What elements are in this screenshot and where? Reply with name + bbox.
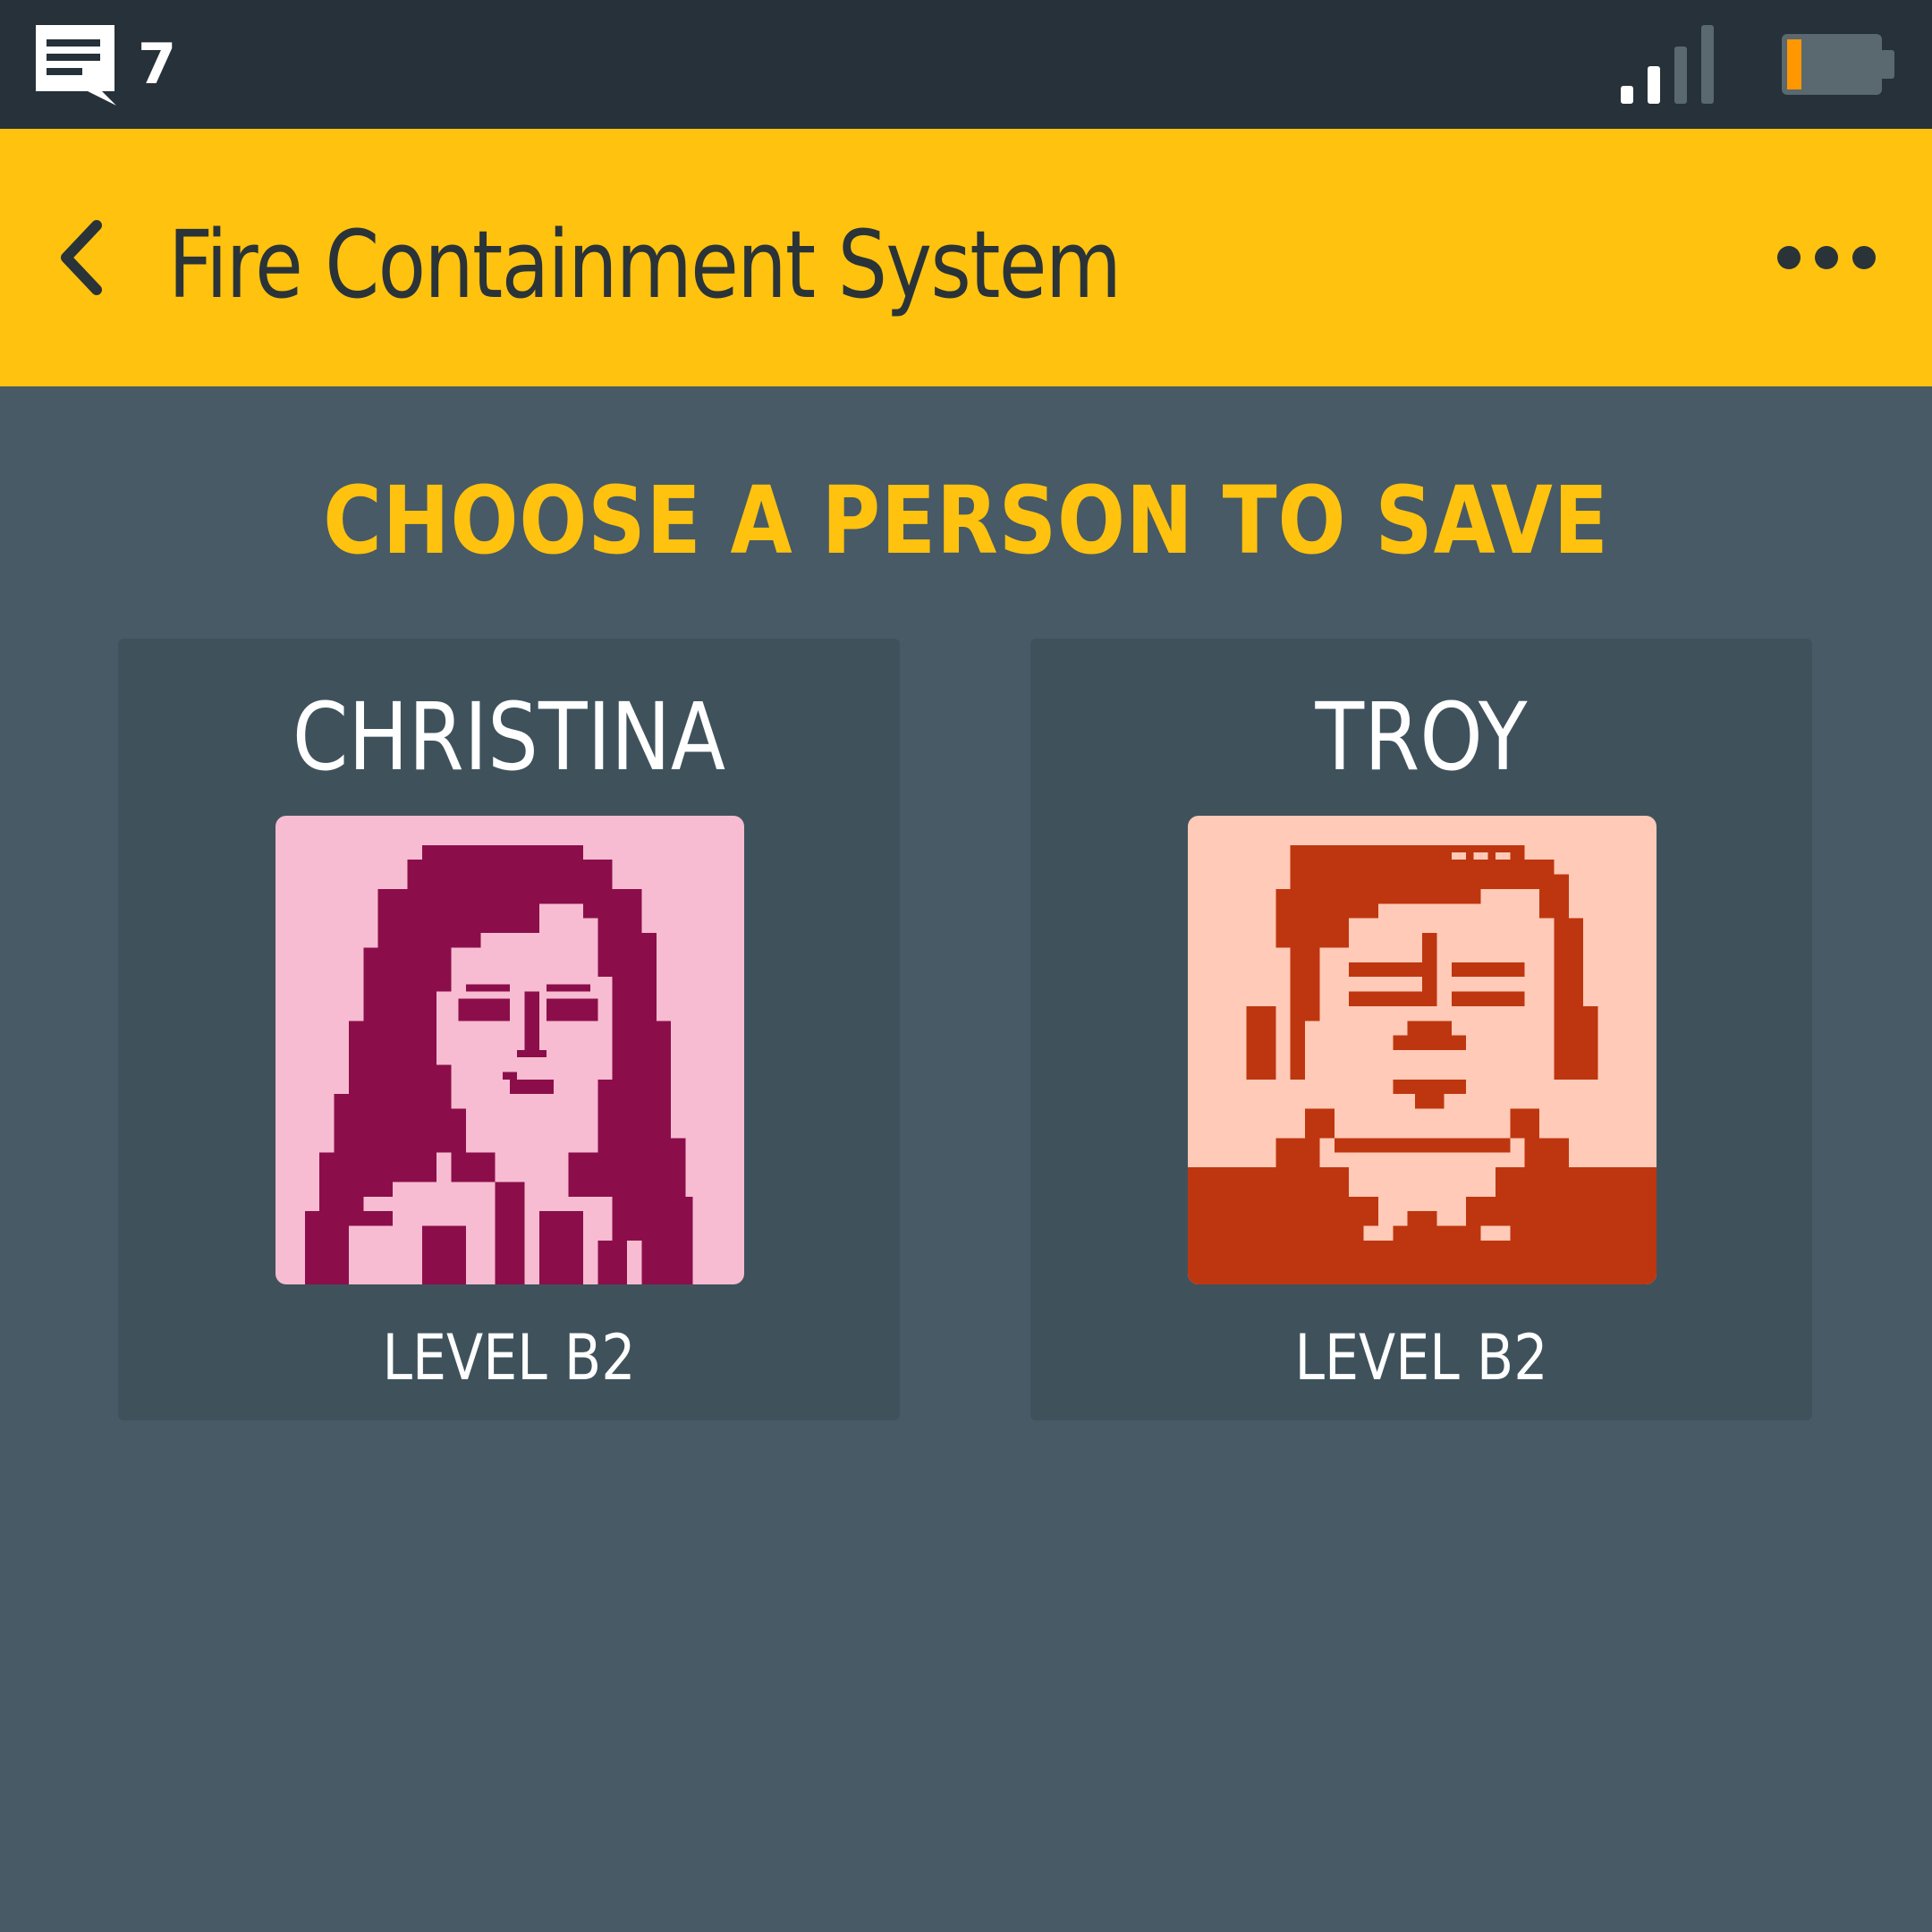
battery-low-icon [1782, 34, 1894, 95]
message-count: 7 [138, 31, 177, 97]
status-bar: 7 [0, 0, 1932, 129]
portrait-troy [1188, 816, 1657, 1284]
person-card-christina[interactable]: CHRISTINA LEVEL B2 [118, 639, 900, 1420]
person-name: CHRISTINA [292, 682, 726, 792]
back-button[interactable] [50, 213, 122, 302]
person-name: TROY [1315, 682, 1528, 792]
choose-heading: CHOOSE A PERSON TO SAVE [323, 466, 1609, 575]
more-horizontal-icon [1777, 246, 1876, 269]
message-icon[interactable] [30, 20, 120, 109]
person-card-troy[interactable]: TROY LEVEL B2 [1030, 639, 1812, 1420]
chevron-left-icon [61, 220, 102, 295]
signal-icon [1621, 25, 1714, 104]
page-title: Fire Containment System [168, 210, 1122, 319]
portrait-christina [275, 816, 744, 1284]
person-level: LEVEL B2 [1294, 1321, 1548, 1394]
person-level: LEVEL B2 [382, 1321, 636, 1394]
more-menu-button[interactable] [1775, 234, 1878, 281]
